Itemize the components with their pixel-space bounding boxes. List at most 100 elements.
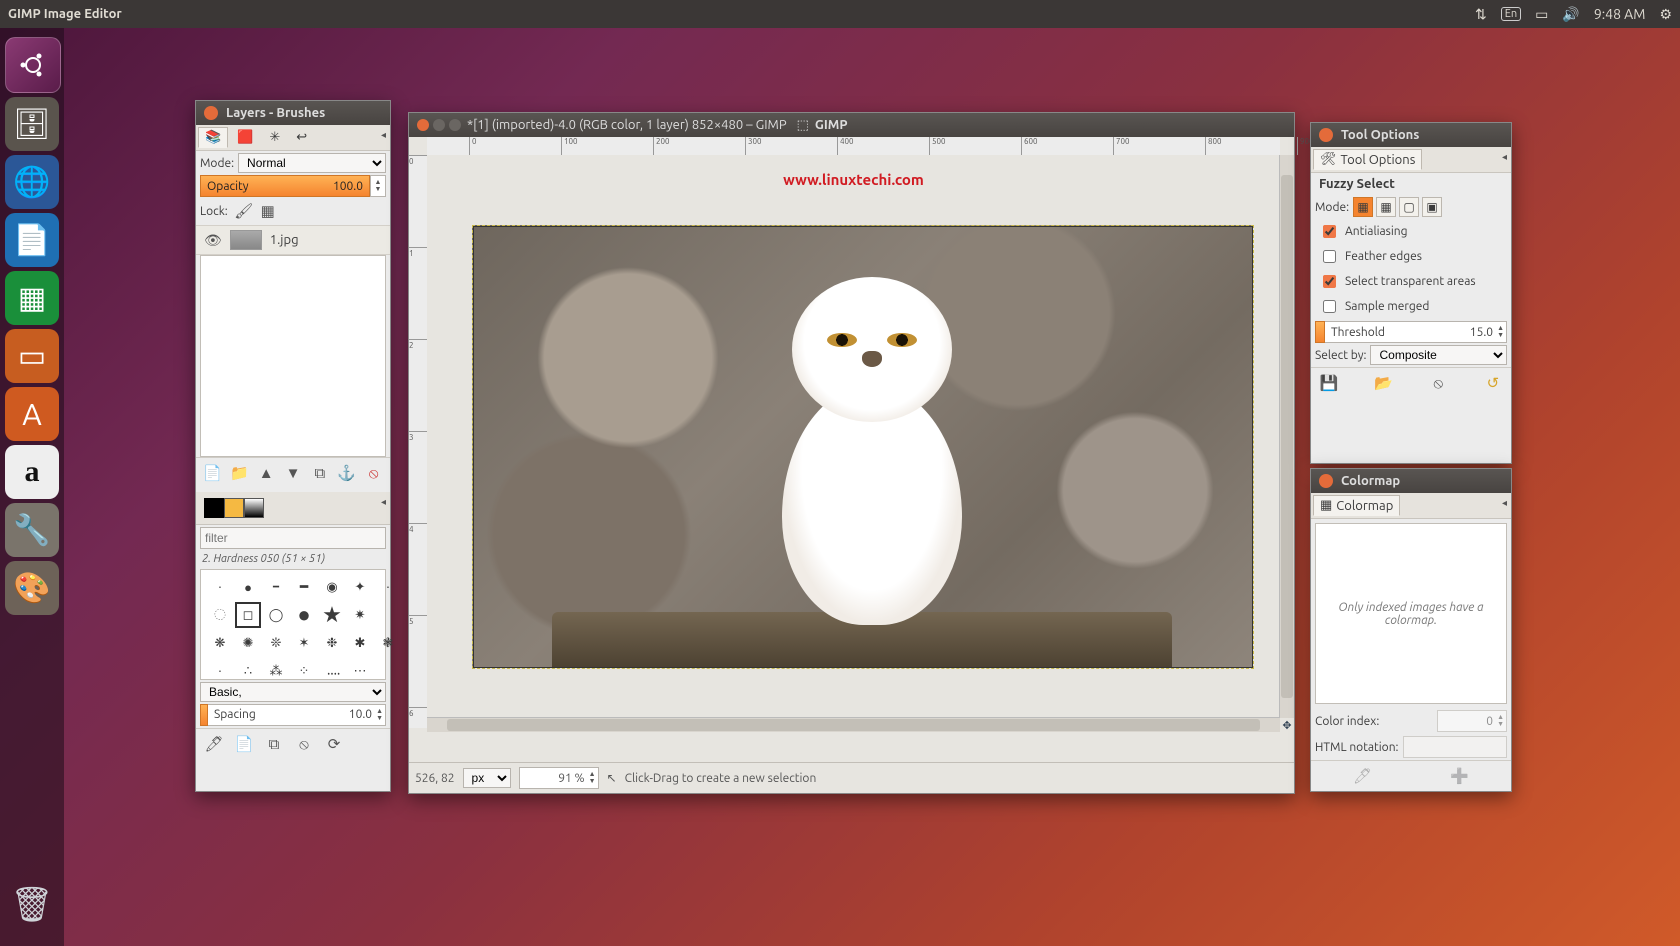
keyboard-indicator[interactable]: En xyxy=(1501,7,1521,21)
tab-colormap[interactable]: ▦ Colormap xyxy=(1313,495,1400,516)
sample-merged-check[interactable]: Sample merged xyxy=(1311,294,1511,319)
canvas-viewport[interactable]: www.linuxtechi.com xyxy=(427,155,1280,728)
delete-tooloptions-icon[interactable]: ⦸ xyxy=(1426,371,1450,395)
horizontal-scrollbar[interactable] xyxy=(427,717,1280,732)
delete-layer-icon[interactable]: ⦸ xyxy=(363,461,384,485)
brushes-action-row: 🖊 📄 ⧉ ⦸ ⟳ xyxy=(196,728,390,759)
launcher-amazon[interactable]: a xyxy=(5,445,59,499)
delete-brush-icon[interactable]: ⦸ xyxy=(292,732,316,756)
cursor-icon: ↖ xyxy=(607,771,617,785)
tab-menu-icon[interactable]: ◂ xyxy=(1500,495,1509,516)
close-icon[interactable] xyxy=(1319,128,1333,142)
navigation-icon[interactable]: ✥ xyxy=(1280,718,1294,732)
feather-check[interactable]: Feather edges xyxy=(1311,244,1511,269)
tab-layers[interactable]: 📚 xyxy=(198,127,228,148)
tooloptions-action-row: 💾 📂 ⦸ ↺ xyxy=(1311,367,1511,398)
launcher-impress[interactable]: ▭ xyxy=(5,329,59,383)
window-controls[interactable] xyxy=(417,119,461,131)
transparent-check[interactable]: Select transparent areas xyxy=(1311,269,1511,294)
duplicate-brush-icon[interactable]: ⧉ xyxy=(262,732,286,756)
select-by-select[interactable]: Composite xyxy=(1370,345,1507,365)
tab-menu-icon[interactable]: ◂ xyxy=(379,127,388,148)
launcher-software[interactable]: A xyxy=(5,387,59,441)
lower-layer-icon[interactable]: ▼ xyxy=(283,461,304,485)
image-title: *[1] (imported)-4.0 (RGB color, 1 layer)… xyxy=(467,118,787,132)
eye-icon[interactable]: 👁 xyxy=(204,232,222,249)
lock-row: Lock: 🖌 ▦ xyxy=(200,199,386,223)
edit-brush-icon[interactable]: 🖊 xyxy=(202,732,226,756)
color-swatches[interactable] xyxy=(198,494,270,522)
restore-tooloptions-icon[interactable]: 📂 xyxy=(1372,371,1396,395)
sound-icon[interactable]: 🔊 xyxy=(1562,6,1579,23)
gear-icon[interactable]: ⚙ xyxy=(1659,6,1672,23)
close-icon[interactable] xyxy=(1319,474,1333,488)
close-icon[interactable] xyxy=(204,106,218,120)
selection-mode-row: Mode: ▦ ▦ ▢ ▣ xyxy=(1315,197,1507,217)
new-layer-icon[interactable]: 📄 xyxy=(202,461,223,485)
launcher-gimp[interactable]: 🎨 xyxy=(5,561,59,615)
status-unit-select[interactable]: px xyxy=(463,768,511,788)
spacing-spinner[interactable]: Spacing 10.0 ▲▼ xyxy=(208,704,386,726)
html-notation-input xyxy=(1403,736,1507,758)
lock-alpha-icon[interactable]: ▦ xyxy=(256,199,280,223)
save-tooloptions-icon[interactable]: 💾 xyxy=(1317,371,1341,395)
canvas-area: 01002003004005006007008009001000 0123456… xyxy=(409,137,1294,762)
mode-add[interactable]: ▦ xyxy=(1376,197,1396,217)
battery-icon[interactable]: ▭ xyxy=(1535,6,1548,23)
launcher-dash[interactable] xyxy=(5,37,61,93)
launcher-settings[interactable]: 🔧 xyxy=(5,503,59,557)
launcher-trash[interactable]: 🗑 xyxy=(5,878,59,932)
colormap-titlebar[interactable]: Colormap xyxy=(1311,469,1511,493)
network-icon[interactable]: ⇅ xyxy=(1475,6,1487,23)
layers-title: Layers - Brushes xyxy=(226,106,325,120)
tab-tool-options[interactable]: 🛠 Tool Options xyxy=(1313,149,1422,170)
layers-list-area xyxy=(200,255,386,457)
layer-group-icon[interactable]: 📁 xyxy=(229,461,250,485)
duplicate-layer-icon[interactable]: ⧉ xyxy=(309,461,330,485)
layer-row[interactable]: 👁 1.jpg xyxy=(196,225,390,255)
antialiasing-check[interactable]: Antialiasing xyxy=(1311,219,1511,244)
tool-options-panel: Tool Options 🛠 Tool Options ◂ Fuzzy Sele… xyxy=(1310,122,1512,464)
layer-mode-select[interactable]: Normal xyxy=(238,153,386,173)
threshold-spinner[interactable]: Threshold 15.0 ▲▼ xyxy=(1325,321,1507,343)
launcher-firefox[interactable]: 🌐 xyxy=(5,155,59,209)
launcher-files[interactable]: 🗄 xyxy=(5,97,59,151)
brush-preset-select[interactable]: Basic, xyxy=(200,682,386,702)
tab-undo[interactable]: ↩ xyxy=(289,127,314,148)
mode-replace[interactable]: ▦ xyxy=(1353,197,1373,217)
reset-tooloptions-icon[interactable]: ↺ xyxy=(1481,371,1505,395)
tooloptions-titlebar[interactable]: Tool Options xyxy=(1311,123,1511,147)
lock-pixels-icon[interactable]: 🖌 xyxy=(232,199,256,223)
add-color-icon: ➕ xyxy=(1448,764,1472,788)
brush-filter-input[interactable] xyxy=(200,527,386,549)
status-coords: 526, 82 xyxy=(415,772,455,785)
tooloptions-tabstrip: 🛠 Tool Options ◂ xyxy=(1311,147,1511,173)
raise-layer-icon[interactable]: ▲ xyxy=(256,461,277,485)
layers-titlebar[interactable]: Layers - Brushes xyxy=(196,101,390,125)
ruler-vertical[interactable]: 0123456 xyxy=(409,155,428,728)
mode-intersect[interactable]: ▣ xyxy=(1422,197,1442,217)
opacity-spinner[interactable]: ▲▼ xyxy=(370,175,386,197)
tab-channels[interactable]: 🟥 xyxy=(230,127,260,148)
brushes-tab-menu-icon[interactable]: ◂ xyxy=(379,494,388,522)
new-brush-icon[interactable]: 📄 xyxy=(232,732,256,756)
tab-paths[interactable]: ✳ xyxy=(262,127,287,148)
image-titlebar[interactable]: *[1] (imported)-4.0 (RGB color, 1 layer)… xyxy=(409,113,1294,137)
ruler-horizontal[interactable]: 01002003004005006007008009001000 xyxy=(427,137,1280,156)
color-index-spinner: 0▲▼ xyxy=(1437,710,1507,732)
colormap-action-row: 🖊 ➕ xyxy=(1311,760,1511,791)
zoom-spinner[interactable]: 91 %▲▼ xyxy=(519,767,599,789)
refresh-brush-icon[interactable]: ⟳ xyxy=(322,732,346,756)
layer-thumbnail xyxy=(230,230,262,250)
mode-subtract[interactable]: ▢ xyxy=(1399,197,1419,217)
launcher-calc[interactable]: ▦ xyxy=(5,271,59,325)
vertical-scrollbar[interactable] xyxy=(1279,155,1294,718)
clock[interactable]: 9:48 AM xyxy=(1594,6,1646,22)
layers-tabstrip: 📚 🟥 ✳ ↩ ◂ xyxy=(196,125,390,151)
tab-menu-icon[interactable]: ◂ xyxy=(1500,149,1509,170)
opacity-slider[interactable]: Opacity 100.0 xyxy=(200,175,370,197)
launcher-writer[interactable]: 📄 xyxy=(5,213,59,267)
anchor-layer-icon[interactable]: ⚓ xyxy=(336,461,357,485)
layer-mode-field: Mode: Normal xyxy=(200,153,386,173)
brush-grid[interactable]: ·●━━◉✦· ◌◻◯●★✷ ❋✺❊✶❉✱❃ ·∴⁂⁘᠁⋯ xyxy=(200,569,386,680)
